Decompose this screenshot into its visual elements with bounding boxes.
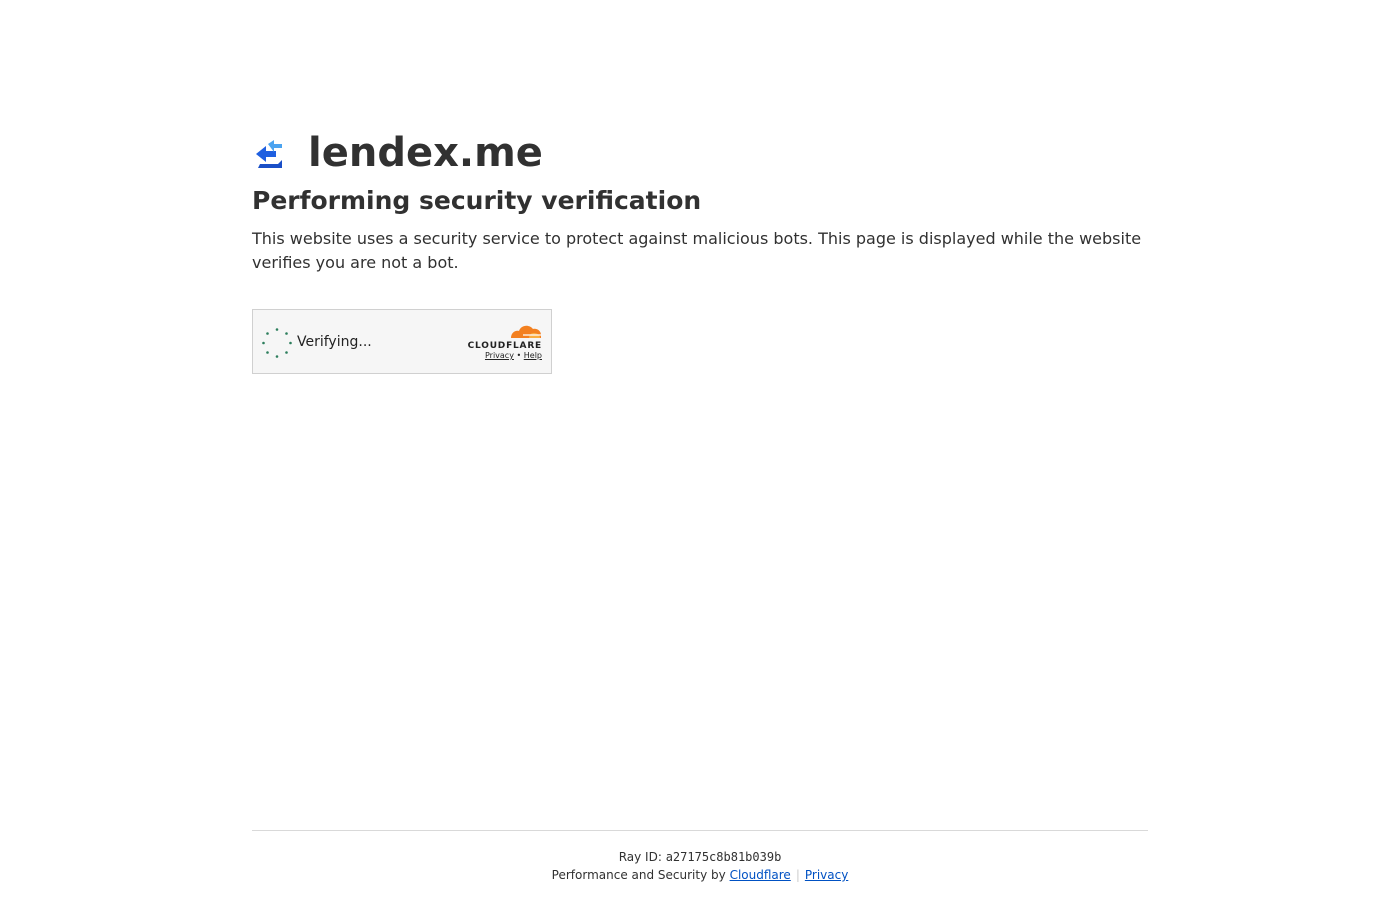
cloudflare-logo-icon: CLOUDFLARE [467, 321, 543, 351]
performance-line: Performance and Security by Cloudflare | P… [252, 868, 1148, 883]
page-description: This website uses a security service to … [252, 229, 1142, 272]
footer-divider: | [795, 868, 800, 882]
page-title: Performing security verification [252, 186, 702, 215]
widget-help-link[interactable]: Help [524, 351, 542, 360]
lendex-logo-icon [252, 136, 286, 170]
verifying-status: Verifying... [297, 334, 372, 350]
widget-links: Privacy • Help [467, 351, 543, 361]
ray-id: Ray ID: a27175c8b81b039b [252, 850, 1148, 865]
performance-text: Performance and Security by [551, 868, 726, 882]
widget-privacy-link[interactable]: Privacy [485, 351, 514, 360]
cloudflare-wordmark: CLOUDFLARE [468, 341, 542, 351]
main-content: lendex.me Performing security verificati… [252, 130, 1148, 374]
ray-id-value: a27175c8b81b039b [665, 850, 782, 864]
cloudflare-branding: CLOUDFLARE Privacy • Help [467, 321, 543, 361]
ray-id-label: Ray ID: [618, 850, 662, 864]
cloudflare-link[interactable]: Cloudflare [730, 868, 791, 882]
footer-privacy-link[interactable]: Privacy [805, 868, 848, 882]
turnstile-widget[interactable]: Verifying... CLOUDFLARE Privacy • Help [252, 309, 552, 374]
footer: Ray ID: a27175c8b81b039b Performance and… [252, 830, 1148, 883]
site-name: lendex.me [308, 130, 543, 176]
loading-spinner-icon [261, 327, 293, 359]
site-header: lendex.me [252, 130, 1148, 176]
widget-link-separator: • [516, 351, 522, 360]
